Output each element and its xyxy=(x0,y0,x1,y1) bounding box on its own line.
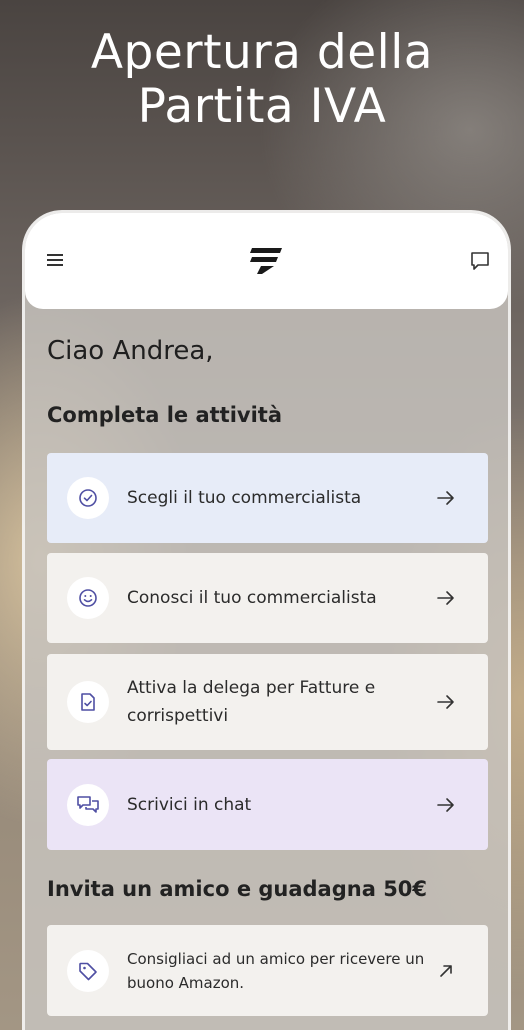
arrow-up-right-icon xyxy=(440,964,452,977)
tasks-section-title: Completa le attività xyxy=(47,403,283,427)
smiley-icon xyxy=(67,577,109,619)
arrow-right-icon xyxy=(437,491,454,505)
task-label: Scegli il tuo commercialista xyxy=(127,488,362,508)
arrow-right-icon xyxy=(437,695,454,709)
task-card-meet-accountant[interactable]: Conosci il tuo commercialista xyxy=(47,553,488,643)
headline-line-1: Apertura della xyxy=(90,25,434,80)
task-card-chat[interactable]: Scrivici in chat xyxy=(47,759,488,850)
page-headline: Apertura della Partita IVA xyxy=(0,26,524,134)
document-check-icon xyxy=(67,681,109,723)
tag-icon xyxy=(67,949,109,992)
arrow-right-icon xyxy=(437,797,454,812)
arrow-right-icon xyxy=(437,591,454,605)
task-label: Conosci il tuo commercialista xyxy=(127,588,377,608)
chat-bubbles-icon xyxy=(67,783,109,826)
app-header xyxy=(25,213,508,309)
headline-line-2: Partita IVA xyxy=(137,79,387,134)
referral-section-title: Invita un amico e guadagna 50€ xyxy=(47,877,428,901)
chat-icon[interactable] xyxy=(468,249,492,273)
greeting: Ciao Andrea, xyxy=(47,336,214,366)
referral-card[interactable]: Consigliaci ad un amico per ricevere un … xyxy=(47,925,488,1016)
task-label: Scrivici in chat xyxy=(127,794,252,815)
menu-icon[interactable] xyxy=(47,251,71,271)
phone-frame: Ciao Andrea, Completa le attività Scegli… xyxy=(22,210,511,1030)
check-circle-icon xyxy=(67,477,109,519)
app-logo xyxy=(250,248,282,274)
task-card-choose-accountant[interactable]: Scegli il tuo commercialista xyxy=(47,453,488,543)
referral-label: Consigliaci ad un amico per ricevere un … xyxy=(127,949,425,992)
task-card-activate-delegation[interactable]: Attiva la delega per Fatture e corrispet… xyxy=(47,654,488,750)
task-label: Attiva la delega per Fatture e corrispet… xyxy=(127,678,376,726)
